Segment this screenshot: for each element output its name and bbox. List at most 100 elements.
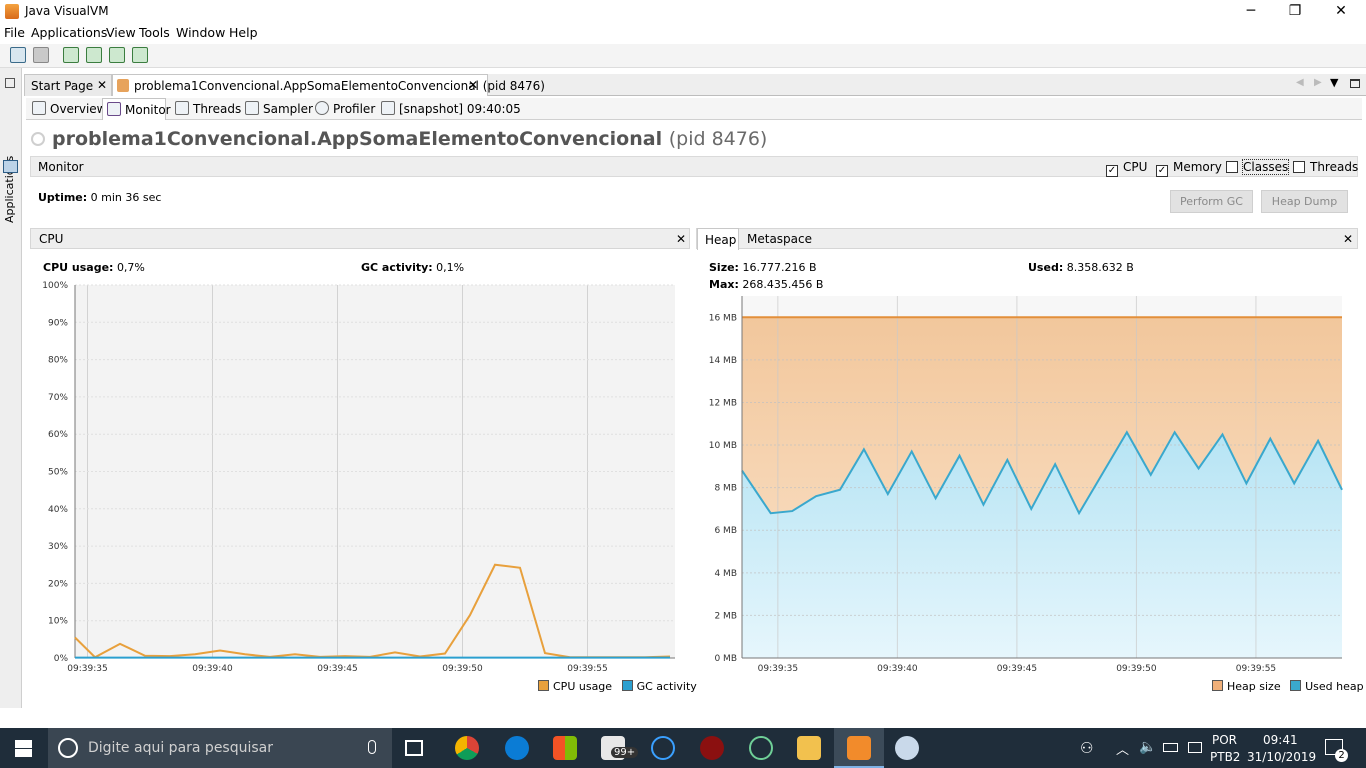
heap-size-value: 16.777.216 B	[742, 261, 817, 274]
tab-profiler[interactable]: Profiler	[311, 98, 379, 120]
tab-threads[interactable]: Threads	[171, 98, 245, 120]
antivirus-icon[interactable]	[700, 736, 724, 760]
y-tick-label: 50%	[48, 468, 68, 478]
visualvm-icon[interactable]	[847, 736, 871, 760]
monitor-header: Monitor ✓ CPU ✓ Memory Classes Threads	[30, 156, 1358, 177]
chrome-icon[interactable]	[455, 736, 479, 760]
checkbox-box	[1226, 161, 1238, 173]
tab-monitor[interactable]: Monitor	[102, 98, 171, 120]
clock-time[interactable]: 09:41	[1263, 733, 1298, 747]
x-tick-label: 09:39:35	[67, 664, 107, 674]
applications-icon[interactable]	[3, 160, 18, 173]
x-tick-label: 09:39:45	[997, 664, 1037, 674]
y-tick-label: 8 MB	[714, 484, 737, 494]
tab-heap[interactable]: Heap	[697, 228, 739, 250]
heap-dump-button[interactable]: Heap Dump	[1261, 190, 1348, 213]
legend-used-heap: Used heap	[1305, 680, 1364, 693]
store-icon[interactable]	[553, 736, 577, 760]
edge-icon[interactable]	[505, 736, 529, 760]
language-line1[interactable]: POR	[1212, 733, 1237, 747]
language-line2[interactable]: PTB2	[1210, 750, 1240, 764]
cpu-checkbox[interactable]: ✓ CPU	[1106, 160, 1147, 177]
tab-process[interactable]: problema1Convencional.AppSomaElementoCon…	[112, 74, 545, 96]
minimize-button[interactable]: ─	[1228, 0, 1274, 24]
people-icon[interactable]: ⚇	[1080, 739, 1093, 757]
tab-label: problema1Convencional.AppSomaElementoCon…	[134, 79, 545, 93]
add-coredump-icon[interactable]	[86, 47, 102, 63]
network-icon[interactable]	[1188, 742, 1202, 753]
search-input[interactable]: Digite aqui para pesquisar	[88, 740, 273, 756]
uptime-value: 0 min 36 sec	[90, 191, 162, 204]
tab-overview[interactable]: Overview	[28, 98, 111, 120]
restore-button[interactable]: ❐	[1272, 0, 1318, 24]
gc-activity-swatch	[621, 680, 633, 691]
paint-icon[interactable]	[895, 736, 919, 760]
close-button[interactable]: ✕	[1318, 0, 1364, 24]
tab-label: Start Page	[31, 79, 94, 93]
y-tick-label: 0 MB	[714, 654, 737, 664]
uptime: Uptime: 0 min 36 sec	[38, 191, 161, 204]
cpu-legend: CPU usage GC activity	[538, 680, 697, 693]
menu-window[interactable]: Window	[176, 25, 225, 40]
add-jmx-icon[interactable]	[63, 47, 79, 63]
legend-heap-size: Heap size	[1227, 680, 1281, 693]
tab-label: Sampler	[263, 102, 313, 116]
volume-icon[interactable]: 🔈	[1139, 739, 1156, 755]
tab-snapshot[interactable]: [snapshot] 09:40:05	[377, 98, 525, 120]
clock-date[interactable]: 31/10/2019	[1247, 750, 1316, 764]
close-icon[interactable]: ✕	[676, 232, 686, 246]
heap-used-readout: Used: 8.358.632 B	[1028, 261, 1134, 274]
close-icon[interactable]: ✕	[97, 78, 107, 92]
close-icon[interactable]: ✕	[1343, 232, 1353, 246]
microphone-icon[interactable]	[368, 740, 376, 754]
monitor-label: Monitor	[38, 160, 84, 174]
perform-gc-button[interactable]: Perform GC	[1170, 190, 1253, 213]
taskbar-search[interactable]: Digite aqui para pesquisar	[48, 728, 392, 768]
y-tick-label: 4 MB	[714, 569, 737, 579]
y-tick-label: 6 MB	[714, 526, 737, 536]
show-hidden-icons[interactable]: ︿	[1116, 739, 1129, 758]
process-name: problema1Convencional.AppSomaElementoCon…	[52, 128, 663, 150]
app-icon	[5, 4, 19, 19]
menu-view[interactable]: View	[106, 25, 136, 40]
file-explorer-icon[interactable]	[797, 736, 821, 760]
add-host-icon[interactable]	[132, 47, 148, 63]
memory-checkbox[interactable]: ✓ Memory	[1156, 160, 1222, 177]
windows-start-icon[interactable]	[15, 740, 32, 757]
heap-max-readout: Max: 268.435.456 B	[709, 278, 823, 291]
add-snapshot-icon[interactable]	[109, 47, 125, 63]
x-tick-label: 09:39:45	[317, 664, 357, 674]
maximize-icon[interactable]	[1350, 79, 1360, 88]
classes-checkbox[interactable]: Classes	[1226, 159, 1290, 175]
open-icon[interactable]	[10, 47, 26, 63]
scroll-right-icon[interactable]: ▶	[1314, 77, 1322, 88]
save-icon[interactable]	[33, 47, 49, 63]
tab-label: Monitor	[125, 103, 171, 117]
menu-help[interactable]: Help	[229, 25, 258, 40]
tab-label: Overview	[50, 102, 107, 116]
view-tabs: Overview Monitor Threads Sampler Profile…	[26, 98, 1362, 120]
battery-icon[interactable]	[1163, 743, 1178, 752]
app-icon[interactable]	[651, 736, 675, 760]
heap-max-value: 268.435.456 B	[742, 278, 824, 291]
tab-metaspace[interactable]: Metaspace	[747, 232, 812, 246]
restore-window-icon[interactable]	[5, 78, 15, 88]
task-view-icon[interactable]	[405, 740, 423, 756]
cpu-usage-swatch	[538, 680, 549, 691]
scroll-left-icon[interactable]: ◀	[1296, 77, 1304, 88]
menu-file[interactable]: File	[4, 25, 25, 40]
y-tick-label: 14 MB	[709, 356, 737, 366]
menu-tools[interactable]: Tools	[139, 25, 170, 40]
overview-icon	[32, 101, 46, 115]
tab-label: [snapshot] 09:40:05	[399, 102, 521, 116]
close-icon[interactable]: ✕	[468, 78, 478, 92]
tab-sampler[interactable]: Sampler	[241, 98, 317, 120]
x-tick-label: 09:39:55	[567, 664, 607, 674]
y-tick-label: 100%	[42, 281, 68, 291]
y-tick-label: 10%	[48, 617, 68, 627]
title-bar: Java VisualVM ─ ❐ ✕	[0, 0, 1366, 24]
vpn-icon[interactable]	[749, 736, 773, 760]
menu-applications[interactable]: Applications	[31, 25, 107, 40]
tab-list-icon[interactable]: ▼	[1330, 76, 1338, 89]
threads-checkbox[interactable]: Threads	[1293, 160, 1358, 174]
